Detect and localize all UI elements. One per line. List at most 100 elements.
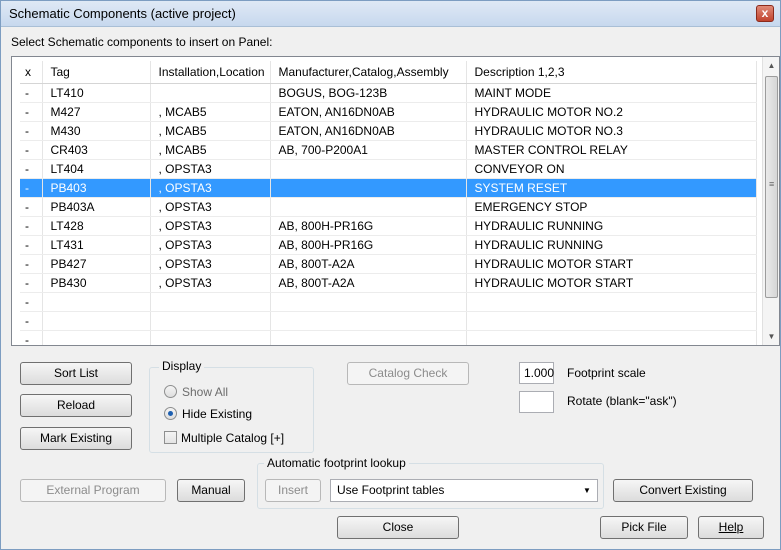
catalog-check-button[interactable]: Catalog Check	[347, 362, 469, 385]
row-manufacturer-cell: AB, 800H-PR16G	[270, 216, 467, 236]
manual-button[interactable]: Manual	[177, 479, 245, 502]
row-x-cell: -	[20, 140, 43, 160]
grip-icon: ≡	[769, 179, 775, 189]
external-program-button[interactable]: External Program	[20, 479, 166, 502]
row-description-cell: HYDRAULIC RUNNING	[466, 235, 757, 255]
footprint-lookup-select[interactable]: Use Footprint tables ▼	[330, 479, 598, 502]
row-tag-cell: M430	[42, 121, 151, 141]
row-x-cell: -	[20, 121, 43, 141]
footprint-scale-input[interactable]: 1.000	[519, 362, 554, 384]
table-row[interactable]: - PB403A, OPSTA3 EMERGENCY STOP	[20, 197, 757, 217]
reload-button[interactable]: Reload	[20, 394, 132, 417]
checkbox-icon	[164, 431, 177, 444]
row-manufacturer-cell	[270, 311, 467, 331]
auto-lookup-legend: Automatic footprint lookup	[264, 456, 409, 470]
table-row[interactable]: - PB403, OPSTA3 SYSTEM RESET	[20, 178, 757, 198]
row-location-cell: , OPSTA3	[150, 216, 271, 236]
row-tag-cell: PB403A	[42, 197, 151, 217]
row-manufacturer-cell: AB, 700-P200A1	[270, 140, 467, 160]
column-header-manufacturer[interactable]: Manufacturer,Catalog,Assembly	[270, 61, 467, 84]
row-x-cell: -	[20, 235, 43, 255]
vertical-scrollbar[interactable]: ▲ ≡ ▼	[762, 57, 779, 345]
row-tag-cell: LT404	[42, 159, 151, 179]
row-location-cell	[150, 83, 271, 103]
multiple-catalog-label: Multiple Catalog [+]	[181, 431, 285, 445]
column-header-description[interactable]: Description 1,2,3	[466, 61, 757, 84]
pick-file-button[interactable]: Pick File	[600, 516, 688, 539]
row-description-cell	[466, 311, 757, 331]
row-tag-cell: LT428	[42, 216, 151, 236]
row-tag-cell: CR403	[42, 140, 151, 160]
rotate-label: Rotate (blank="ask")	[567, 394, 677, 408]
row-description-cell: EMERGENCY STOP	[466, 197, 757, 217]
row-tag-cell: PB427	[42, 254, 151, 274]
table-row[interactable]: - LT431, OPSTA3 AB, 800H-PR16G HYDRAULIC RU…	[20, 235, 757, 255]
row-x-cell: -	[20, 83, 43, 103]
scroll-thumb[interactable]: ≡	[765, 76, 778, 298]
row-tag-cell	[42, 311, 151, 331]
sort-list-button[interactable]: Sort List	[20, 362, 132, 385]
rotate-input[interactable]	[519, 391, 554, 413]
row-x-cell: -	[20, 102, 43, 122]
mark-existing-button[interactable]: Mark Existing	[20, 427, 132, 450]
row-manufacturer-cell: BOGUS, BOG-123B	[270, 83, 467, 103]
table-row[interactable]: - LT428, OPSTA3 AB, 800H-PR16G HYDRAULIC RU…	[20, 216, 757, 236]
row-location-cell: , OPSTA3	[150, 273, 271, 293]
row-location-cell: , OPSTA3	[150, 159, 271, 179]
components-grid[interactable]: x Tag Installation,Location Manufacturer…	[11, 56, 780, 346]
hide-existing-label: Hide Existing	[182, 407, 253, 421]
table-row[interactable]: - PB430, OPSTA3 AB, 800T-A2A HYDRAULIC MOTO…	[20, 273, 757, 293]
row-description-cell: HYDRAULIC MOTOR NO.3	[466, 121, 757, 141]
table-row[interactable]: - PB427, OPSTA3 AB, 800T-A2A HYDRAULIC MOTO…	[20, 254, 757, 274]
show-all-radio[interactable]: Show All	[164, 385, 228, 399]
row-description-cell: HYDRAULIC MOTOR NO.2	[466, 102, 757, 122]
hide-existing-radio[interactable]: Hide Existing	[164, 407, 252, 421]
row-tag-cell: LT431	[42, 235, 151, 255]
chevron-down-icon: ▼	[583, 486, 591, 495]
table-row[interactable]: - M430, MCAB5 EATON, AN16DN0AB HYDRAULIC MO…	[20, 121, 757, 141]
row-description-cell	[466, 330, 757, 345]
table-row[interactable]: - LT410 BOGUS, BOG-123B MAINT MODE	[20, 83, 757, 103]
close-icon: x	[761, 6, 769, 20]
row-x-cell: -	[20, 159, 43, 179]
scroll-down-icon[interactable]: ▼	[763, 328, 779, 345]
table-row[interactable]: - CR403, MCAB5 AB, 700-P200A1 MASTER CONTRO…	[20, 140, 757, 160]
row-tag-cell: PB403	[42, 178, 151, 198]
components-table: x Tag Installation,Location Manufacturer…	[20, 61, 757, 345]
table-row[interactable]: -	[20, 292, 757, 312]
schematic-components-dialog: Schematic Components (active project) x …	[0, 0, 781, 550]
row-location-cell	[150, 311, 271, 331]
close-button[interactable]: Close	[337, 516, 459, 539]
table-row[interactable]: - LT404, OPSTA3 CONVEYOR ON	[20, 159, 757, 179]
table-row[interactable]: -	[20, 311, 757, 331]
footprint-scale-label: Footprint scale	[567, 366, 646, 380]
table-row[interactable]: -	[20, 330, 757, 345]
multiple-catalog-checkbox[interactable]: Multiple Catalog [+]	[164, 431, 284, 445]
row-tag-cell	[42, 292, 151, 312]
row-description-cell: MASTER CONTROL RELAY	[466, 140, 757, 160]
row-x-cell: -	[20, 273, 43, 293]
insert-button[interactable]: Insert	[265, 479, 321, 502]
row-location-cell: , MCAB5	[150, 121, 271, 141]
scroll-up-icon[interactable]: ▲	[763, 57, 779, 74]
table-row[interactable]: - M427, MCAB5 EATON, AN16DN0AB HYDRAULIC MO…	[20, 102, 757, 122]
row-x-cell: -	[20, 197, 43, 217]
help-button[interactable]: Help	[698, 516, 764, 539]
header-row: x Tag Installation,Location Manufacturer…	[20, 61, 757, 84]
row-location-cell: , OPSTA3	[150, 254, 271, 274]
row-tag-cell: M427	[42, 102, 151, 122]
row-location-cell: , OPSTA3	[150, 235, 271, 255]
column-header-location[interactable]: Installation,Location	[150, 61, 271, 84]
convert-existing-button[interactable]: Convert Existing	[613, 479, 753, 502]
column-header-tag[interactable]: Tag	[42, 61, 151, 84]
row-x-cell: -	[20, 254, 43, 274]
help-label: Help	[718, 520, 744, 534]
row-location-cell	[150, 330, 271, 345]
title-bar: Schematic Components (active project) x	[1, 1, 780, 27]
row-manufacturer-cell	[270, 292, 467, 312]
row-manufacturer-cell: AB, 800H-PR16G	[270, 235, 467, 255]
row-manufacturer-cell	[270, 330, 467, 345]
row-tag-cell: PB430	[42, 273, 151, 293]
close-window-button[interactable]: x	[756, 5, 774, 22]
column-header-x[interactable]: x	[20, 61, 43, 84]
